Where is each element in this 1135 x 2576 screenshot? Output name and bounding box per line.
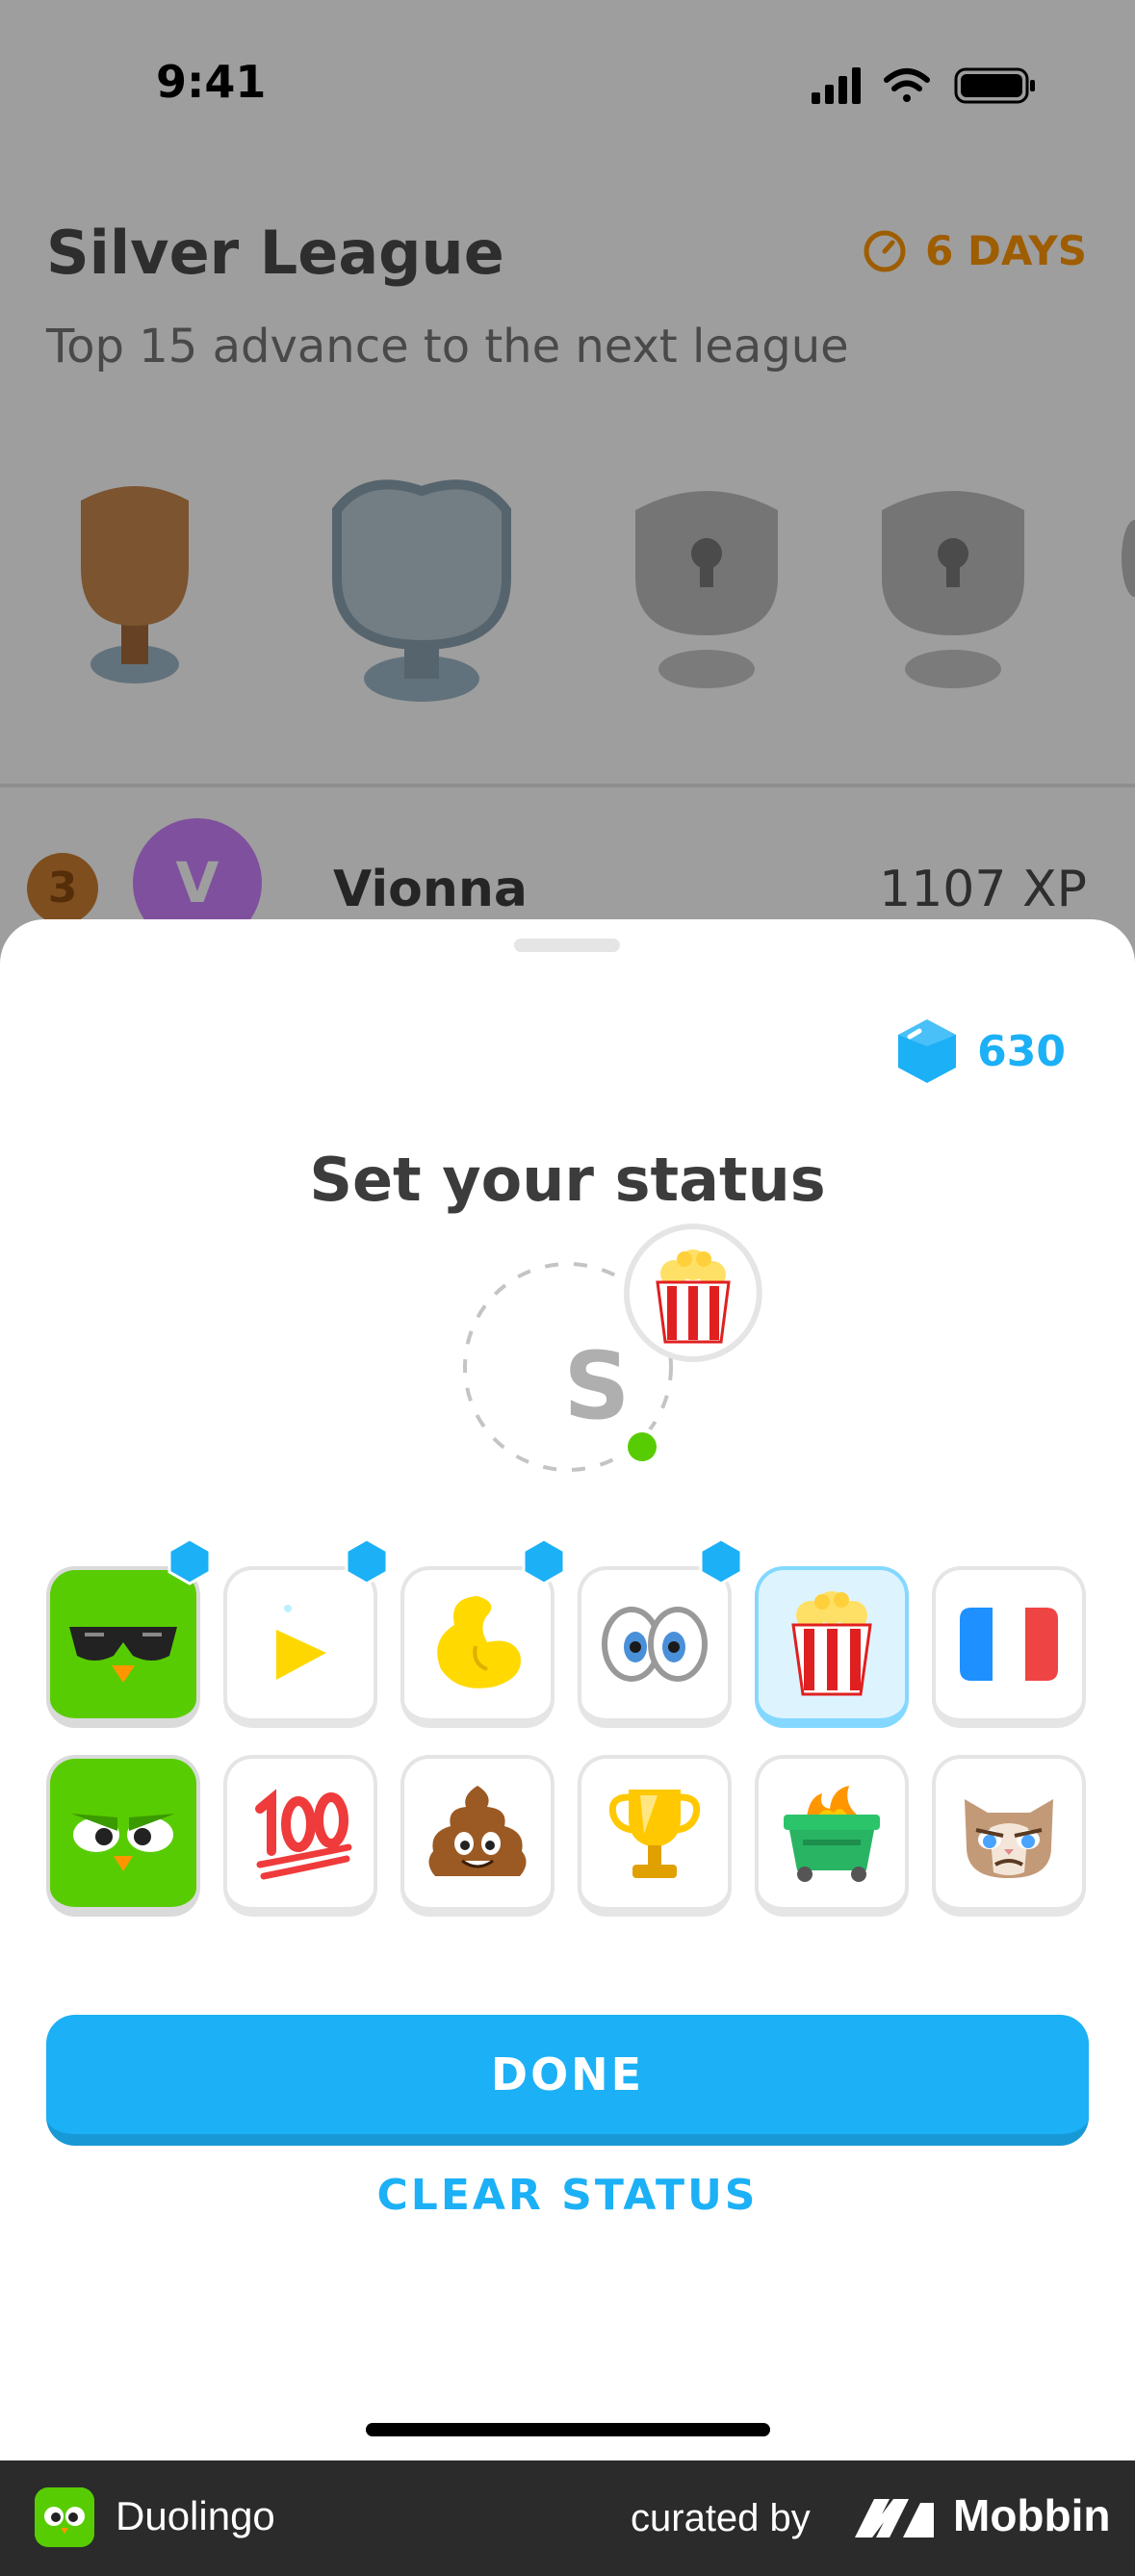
status-duo-sunglasses[interactable] [46, 1537, 212, 1728]
status-play[interactable] [223, 1537, 389, 1728]
status-eyes[interactable] [578, 1537, 743, 1728]
play-icon [276, 1605, 326, 1680]
done-button[interactable]: DONE [46, 2015, 1089, 2146]
france-flag-icon [960, 1608, 1058, 1681]
popcorn-icon [791, 1591, 872, 1696]
footer-curated-by: curated by [631, 2497, 811, 2539]
gems-count: 630 [977, 1026, 1066, 1076]
status-preview: S [462, 1223, 770, 1531]
backdrop-scrim[interactable] [0, 0, 1135, 963]
trophy-icon [608, 1790, 701, 1878]
poop-icon [428, 1786, 527, 1876]
attribution-footer: Duolingo curated by Mobbin [0, 2460, 1135, 2576]
premium-gem-icon [522, 1537, 566, 1585]
duo-angry-icon [65, 1783, 181, 1883]
clear-status-button[interactable]: CLEAR STATUS [0, 2171, 1135, 2220]
gem-icon [898, 1019, 957, 1083]
gems-counter: 630 [896, 1018, 1066, 1085]
sheet-grabber[interactable] [514, 939, 620, 952]
status-hundred[interactable] [223, 1755, 377, 1917]
premium-gem-icon [345, 1537, 389, 1585]
status-grumpy-cat[interactable] [932, 1755, 1086, 1917]
status-popcorn[interactable] [755, 1566, 909, 1728]
status-duo-angry[interactable] [46, 1755, 200, 1917]
home-indicator[interactable] [366, 2423, 770, 2436]
status-france-flag[interactable] [932, 1566, 1086, 1728]
footer-brand: Mobbin [953, 2490, 1111, 2540]
premium-gem-icon [168, 1537, 212, 1585]
footer-app-name: Duolingo [116, 2493, 275, 2538]
sheet-title: Set your status [309, 1145, 826, 1215]
status-sheet: 630 Set your status S DONE CLEAR STATUS [0, 919, 1135, 2460]
popcorn-icon [656, 1249, 731, 1344]
mobbin-logo-icon [855, 2499, 934, 2537]
status-trophy[interactable] [578, 1755, 732, 1917]
status-bubble [624, 1223, 762, 1362]
flexed-bicep-icon [437, 1596, 521, 1688]
dumpster-fire-icon [784, 1786, 880, 1882]
hundred-icon [255, 1789, 352, 1880]
duo-sunglasses-icon [65, 1594, 181, 1694]
duolingo-logo-icon [35, 2487, 94, 2547]
status-poop[interactable] [400, 1755, 555, 1917]
premium-gem-icon [699, 1537, 743, 1585]
eyes-icon [602, 1607, 708, 1682]
status-dumpster-fire[interactable] [755, 1755, 909, 1917]
status-flexed-bicep[interactable] [400, 1537, 566, 1728]
grumpy-cat-icon [965, 1799, 1053, 1878]
